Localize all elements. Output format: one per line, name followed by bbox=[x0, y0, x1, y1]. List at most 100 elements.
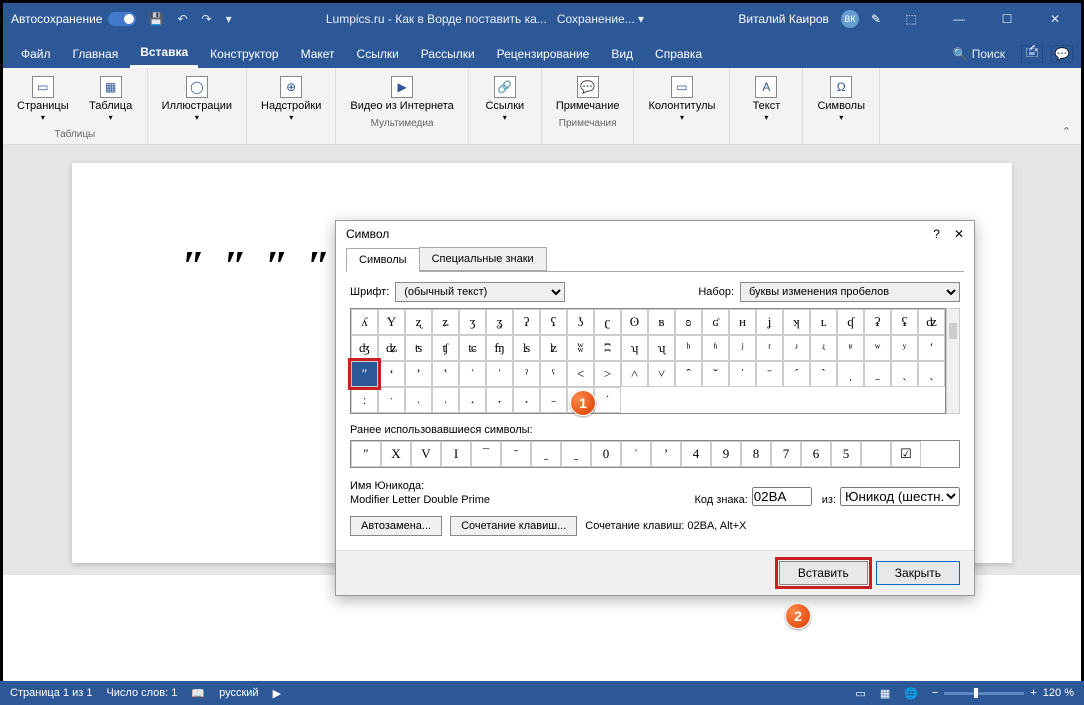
symbol-cell[interactable]: ˓ bbox=[432, 387, 459, 413]
recent-symbol-cell[interactable]: ˉ bbox=[501, 441, 531, 467]
symbol-cell[interactable]: ʹ bbox=[918, 335, 945, 361]
recent-symbol-cell[interactable]: 8 bbox=[741, 441, 771, 467]
tab-view[interactable]: Вид bbox=[601, 41, 643, 67]
macros-icon[interactable]: ▶ bbox=[273, 687, 281, 700]
comments-icon[interactable]: 💬 bbox=[1051, 45, 1073, 63]
recent-symbol-cell[interactable]: 4 bbox=[681, 441, 711, 467]
symbol-cell[interactable]: ʥ bbox=[378, 335, 405, 361]
symbol-cell[interactable]: ʲ bbox=[729, 335, 756, 361]
symbol-cell[interactable]: ˅ bbox=[648, 361, 675, 387]
symbol-cell[interactable]: ˀ bbox=[513, 361, 540, 387]
recent-symbol-cell[interactable]: ʿ bbox=[621, 441, 651, 467]
shortcut-button[interactable]: Сочетание клавиш... bbox=[450, 516, 577, 536]
symbol-cell[interactable]: ʙ bbox=[648, 309, 675, 335]
symbol-cell[interactable]: ʱ bbox=[702, 335, 729, 361]
ribbon-options-icon[interactable]: ⬚ bbox=[893, 7, 929, 31]
insert-button[interactable]: Вставить bbox=[779, 561, 868, 585]
symbol-cell[interactable]: ʗ bbox=[594, 309, 621, 335]
view-web-icon[interactable]: 🌐 bbox=[904, 687, 918, 700]
symbol-cell[interactable]: ʛ bbox=[702, 309, 729, 335]
symbol-cell[interactable]: ʾ bbox=[459, 361, 486, 387]
symbol-cell[interactable]: ʓ bbox=[486, 309, 513, 335]
symbol-cell[interactable]: ʐ bbox=[405, 309, 432, 335]
undo-icon[interactable]: ↶ bbox=[177, 12, 187, 26]
symbol-cell[interactable]: ʴ bbox=[783, 335, 810, 361]
code-input[interactable] bbox=[752, 487, 812, 506]
tab-file[interactable]: Файл bbox=[11, 41, 61, 67]
symbol-cell[interactable]: ˗ bbox=[540, 387, 567, 413]
tab-mailings[interactable]: Рассылки bbox=[411, 41, 485, 67]
symbol-cell[interactable]: ː bbox=[351, 387, 378, 413]
view-print-icon[interactable]: ▦ bbox=[880, 687, 890, 700]
symbol-cell[interactable]: ˏ bbox=[918, 361, 945, 387]
ribbon-table[interactable]: ▦Таблица▾ bbox=[85, 74, 137, 125]
symbol-cell[interactable]: ˑ bbox=[378, 387, 405, 413]
recent-symbol-cell[interactable]: ☑ bbox=[891, 441, 921, 467]
save-icon[interactable]: 💾 bbox=[148, 12, 163, 26]
symbol-cell[interactable]: ʽ bbox=[432, 361, 459, 387]
ribbon-symbols[interactable]: ΩСимволы▾ bbox=[813, 74, 869, 125]
ribbon-links[interactable]: 🔗Ссылки▾ bbox=[479, 74, 531, 125]
symbol-cell[interactable]: ʬ bbox=[567, 335, 594, 361]
symbol-cell[interactable]: ʘ bbox=[621, 309, 648, 335]
recent-symbol-cell[interactable]: ˍ bbox=[561, 441, 591, 467]
status-words[interactable]: Число слов: 1 bbox=[106, 687, 177, 699]
zoom-slider[interactable] bbox=[944, 692, 1024, 695]
ribbon-headers[interactable]: ▭Колонтитулы▾ bbox=[644, 74, 719, 125]
symbol-cell[interactable]: ˌ bbox=[837, 361, 864, 387]
symbol-cell[interactable]: ˂ bbox=[567, 361, 594, 387]
symbol-cell[interactable]: Y bbox=[378, 309, 405, 335]
symbol-cell[interactable]: ʯ bbox=[648, 335, 675, 361]
close-button[interactable]: Закрыть bbox=[876, 561, 960, 585]
symbol-cell[interactable]: ʻ bbox=[378, 361, 405, 387]
symbol-cell[interactable]: ˍ bbox=[864, 361, 891, 387]
symbol-cell[interactable]: ʎ bbox=[351, 309, 378, 335]
recent-symbol-cell[interactable]: ˍ bbox=[531, 441, 561, 467]
from-select[interactable]: Юникод (шестн.) bbox=[840, 487, 960, 506]
subset-select[interactable]: буквы изменения пробелов bbox=[740, 282, 960, 302]
redo-icon[interactable]: ↷ bbox=[202, 12, 212, 26]
symbol-cell[interactable]: ʚ bbox=[675, 309, 702, 335]
scrollbar[interactable] bbox=[946, 308, 960, 414]
ribbon-illustrations[interactable]: ◯Иллюстрации▾ bbox=[158, 74, 236, 125]
symbol-cell[interactable]: ʼ bbox=[405, 361, 432, 387]
tab-review[interactable]: Рецензирование bbox=[487, 41, 600, 67]
symbol-cell[interactable]: ʫ bbox=[540, 335, 567, 361]
symbol-cell[interactable]: ʦ bbox=[405, 335, 432, 361]
symbol-cell[interactable]: ˊ bbox=[783, 361, 810, 387]
proofing-icon[interactable]: 📖 bbox=[191, 687, 205, 700]
recent-symbol-cell[interactable]: X bbox=[381, 441, 411, 467]
tab-insert[interactable]: Вставка bbox=[130, 39, 198, 68]
symbol-cell[interactable]: ʭ bbox=[594, 335, 621, 361]
tab-references[interactable]: Ссылки bbox=[347, 41, 409, 67]
symbol-cell[interactable]: ˖ bbox=[513, 387, 540, 413]
zoom-control[interactable]: − + 120 % bbox=[932, 687, 1074, 699]
symbol-cell[interactable]: ʧ bbox=[432, 335, 459, 361]
share-icon[interactable]: 🖆 bbox=[1021, 45, 1043, 63]
ribbon-addins[interactable]: ⊕Надстройки▾ bbox=[257, 74, 325, 125]
symbol-cell[interactable]: ˔ bbox=[459, 387, 486, 413]
recent-symbol-cell[interactable] bbox=[861, 441, 891, 467]
symbol-cell[interactable]: ˄ bbox=[621, 361, 648, 387]
recent-symbol-cell[interactable]: ″ bbox=[351, 441, 381, 467]
tab-home[interactable]: Главная bbox=[63, 41, 129, 67]
symbol-cell[interactable]: ″ bbox=[351, 361, 378, 387]
symbol-cell[interactable]: ʜ bbox=[729, 309, 756, 335]
autosave-toggle[interactable]: Автосохранение bbox=[11, 12, 136, 26]
collapse-ribbon-icon[interactable]: ⌃ bbox=[1052, 119, 1081, 144]
maximize-icon[interactable]: ☐ bbox=[989, 7, 1025, 31]
tab-special[interactable]: Специальные знаки bbox=[419, 247, 547, 271]
zoom-value[interactable]: 120 % bbox=[1043, 687, 1074, 699]
recent-symbol-cell[interactable]: V bbox=[411, 441, 441, 467]
symbol-cell[interactable]: ʝ bbox=[756, 309, 783, 335]
recent-symbol-cell[interactable]: 5 bbox=[831, 441, 861, 467]
symbol-cell[interactable]: ʒ bbox=[459, 309, 486, 335]
symbol-cell[interactable]: ˎ bbox=[891, 361, 918, 387]
draw-icon[interactable]: ✎ bbox=[871, 12, 881, 26]
symbol-cell[interactable]: ˙ bbox=[594, 387, 621, 413]
symbol-cell[interactable]: ʞ bbox=[783, 309, 810, 335]
ribbon-video[interactable]: ▶Видео из Интернета bbox=[346, 74, 457, 114]
status-page[interactable]: Страница 1 из 1 bbox=[10, 687, 92, 699]
symbol-cell[interactable]: ʕ bbox=[540, 309, 567, 335]
symbol-cell[interactable]: ʣ bbox=[918, 309, 945, 335]
